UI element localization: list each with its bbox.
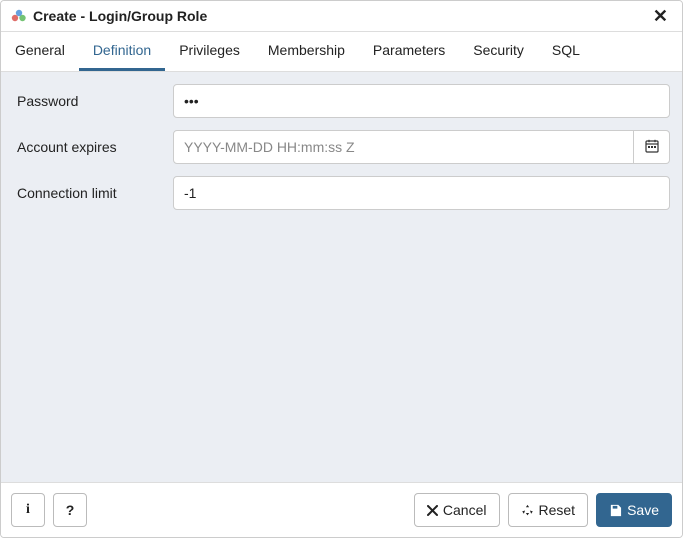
info-icon: i <box>26 502 30 518</box>
tab-security[interactable]: Security <box>459 32 538 71</box>
row-password: Password <box>13 84 670 118</box>
help-icon: ? <box>66 502 75 518</box>
tab-general[interactable]: General <box>1 32 79 71</box>
row-connection-limit: Connection limit <box>13 176 670 210</box>
recycle-icon <box>521 504 534 517</box>
save-button[interactable]: Save <box>596 493 672 527</box>
dialog-titlebar: Create - Login/Group Role ✕ <box>1 1 682 32</box>
dialog-footer: i ? Cancel Reset Save <box>1 482 682 537</box>
save-icon <box>609 504 622 517</box>
create-login-group-role-dialog: Create - Login/Group Role ✕ General Defi… <box>0 0 683 538</box>
connection-limit-input[interactable] <box>173 176 670 210</box>
calendar-icon <box>645 139 659 156</box>
role-icon <box>11 8 27 24</box>
tab-definition[interactable]: Definition <box>79 32 165 71</box>
label-account-expires: Account expires <box>13 139 173 155</box>
tab-bar: General Definition Privileges Membership… <box>1 32 682 72</box>
dialog-body: Password Account expires <box>1 72 682 482</box>
cancel-label: Cancel <box>443 502 487 518</box>
info-button[interactable]: i <box>11 493 45 527</box>
close-icon <box>427 505 438 516</box>
tab-privileges[interactable]: Privileges <box>165 32 254 71</box>
cancel-button[interactable]: Cancel <box>414 493 500 527</box>
date-picker-button[interactable] <box>634 130 670 164</box>
reset-button[interactable]: Reset <box>508 493 589 527</box>
row-account-expires: Account expires <box>13 130 670 164</box>
dialog-title: Create - Login/Group Role <box>33 8 649 24</box>
tab-sql[interactable]: SQL <box>538 32 594 71</box>
label-connection-limit: Connection limit <box>13 185 173 201</box>
help-button[interactable]: ? <box>53 493 87 527</box>
reset-label: Reset <box>539 502 576 518</box>
tab-membership[interactable]: Membership <box>254 32 359 71</box>
close-icon[interactable]: ✕ <box>649 7 672 25</box>
tab-parameters[interactable]: Parameters <box>359 32 459 71</box>
password-input[interactable] <box>173 84 670 118</box>
save-label: Save <box>627 502 659 518</box>
account-expires-input[interactable] <box>173 130 634 164</box>
label-password: Password <box>13 93 173 109</box>
